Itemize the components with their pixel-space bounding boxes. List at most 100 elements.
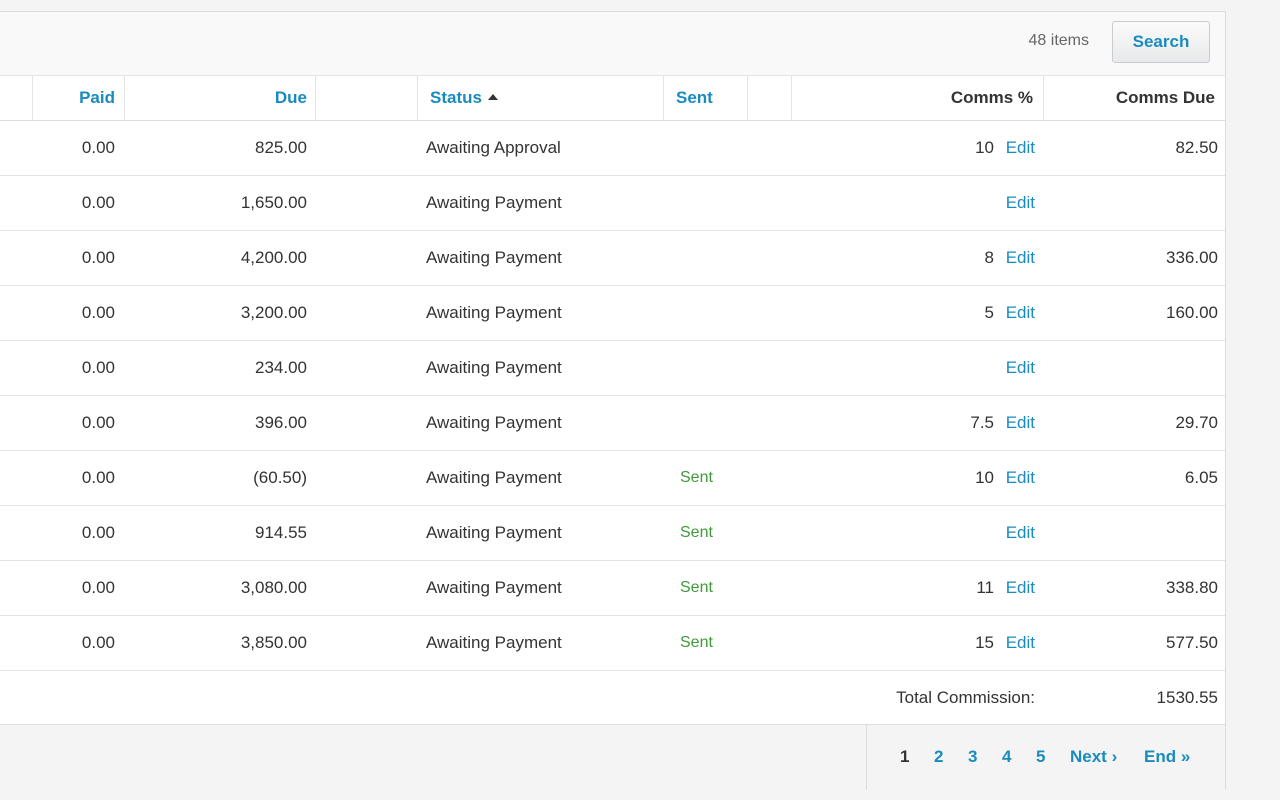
cell-status: Awaiting Payment bbox=[426, 193, 562, 212]
cell-due: 1,650.00 bbox=[240, 193, 307, 212]
cell-status: Awaiting Payment bbox=[426, 633, 562, 652]
table-row: 0.00 396.00 Awaiting Payment 7.5 Edit 29.70 bbox=[0, 396, 1225, 451]
column-divider bbox=[315, 76, 316, 120]
next-page-link[interactable]: Next › bbox=[1070, 747, 1117, 767]
cell-comms-percent: 8 bbox=[984, 248, 994, 267]
column-divider bbox=[124, 76, 125, 120]
table-footer: 1 2 3 4 5 Next › End » bbox=[0, 725, 1225, 790]
column-divider bbox=[32, 76, 33, 120]
cell-sent: Sent bbox=[680, 524, 713, 541]
header-comms-percent: Comms % bbox=[950, 88, 1033, 107]
cell-status: Awaiting Payment bbox=[426, 248, 562, 267]
cell-due: 4,200.00 bbox=[240, 248, 307, 267]
cell-comms-percent: 11 bbox=[976, 578, 994, 597]
cell-comms-due: 82.50 bbox=[1175, 138, 1218, 157]
cell-comms-due: 29.70 bbox=[1175, 413, 1218, 432]
edit-comms-link[interactable]: Edit bbox=[1006, 633, 1035, 653]
items-count: 48 items bbox=[1028, 32, 1089, 49]
total-commission-value: 1530.55 bbox=[1156, 688, 1218, 707]
end-page-link[interactable]: End » bbox=[1144, 747, 1190, 767]
header-paid[interactable]: Paid bbox=[79, 88, 115, 108]
pagination: 1 2 3 4 5 Next › End » bbox=[866, 725, 1226, 790]
cell-comms-due: 577.50 bbox=[1166, 633, 1218, 652]
table-row: 0.00 (60.50) Awaiting Payment Sent 10 Edit 6.0… bbox=[0, 451, 1225, 506]
header-status[interactable]: Status bbox=[430, 88, 498, 108]
cell-due: 3,850.00 bbox=[240, 633, 307, 652]
table-row: 0.00 1,650.00 Awaiting Payment Edit bbox=[0, 176, 1225, 231]
column-divider bbox=[1043, 76, 1044, 120]
cell-due: (60.50) bbox=[253, 468, 307, 487]
cell-comms-percent: 5 bbox=[984, 303, 994, 322]
cell-status: Awaiting Payment bbox=[426, 578, 562, 597]
column-divider bbox=[663, 76, 664, 120]
edit-comms-link[interactable]: Edit bbox=[1006, 358, 1035, 378]
cell-paid: 0.00 bbox=[81, 413, 115, 432]
cell-status: Awaiting Approval bbox=[426, 138, 561, 157]
cell-comms-due: 336.00 bbox=[1166, 248, 1218, 267]
header-sent[interactable]: Sent bbox=[676, 88, 713, 108]
table-row: 0.00 3,850.00 Awaiting Payment Sent 15 Edit 57… bbox=[0, 616, 1225, 671]
column-divider bbox=[791, 76, 792, 120]
cell-paid: 0.00 bbox=[81, 633, 115, 652]
cell-comms-percent: 7.5 bbox=[970, 413, 994, 432]
cell-paid: 0.00 bbox=[81, 578, 115, 597]
total-commission-label: Total Commission: bbox=[896, 688, 1035, 707]
cell-status: Awaiting Payment bbox=[426, 358, 562, 377]
edit-comms-link[interactable]: Edit bbox=[1006, 138, 1035, 158]
cell-paid: 0.00 bbox=[81, 138, 115, 157]
page-4-link[interactable]: 4 bbox=[1002, 747, 1011, 767]
table-row: 0.00 3,200.00 Awaiting Payment 5 Edit 160.00 bbox=[0, 286, 1225, 341]
cell-sent: Sent bbox=[680, 469, 713, 486]
cell-status: Awaiting Payment bbox=[426, 303, 562, 322]
cell-due: 914.55 bbox=[255, 523, 307, 542]
cell-due: 3,080.00 bbox=[240, 578, 307, 597]
table-toolbar: 48 items Search bbox=[0, 12, 1225, 76]
page-1-link[interactable]: 1 bbox=[900, 747, 909, 767]
cell-comms-due: 160.00 bbox=[1166, 303, 1218, 322]
total-commission-row: Total Commission: 1530.55 bbox=[0, 671, 1225, 725]
cell-paid: 0.00 bbox=[81, 468, 115, 487]
cell-paid: 0.00 bbox=[81, 523, 115, 542]
cell-comms-percent: 10 bbox=[975, 468, 994, 487]
edit-comms-link[interactable]: Edit bbox=[1006, 303, 1035, 323]
table-header: Paid Due Status Sent Comms % Comms Due bbox=[0, 76, 1225, 121]
header-due[interactable]: Due bbox=[275, 88, 307, 108]
cell-status: Awaiting Payment bbox=[426, 523, 562, 542]
cell-paid: 0.00 bbox=[81, 193, 115, 212]
page-3-link[interactable]: 3 bbox=[968, 747, 977, 767]
page-5-link[interactable]: 5 bbox=[1036, 747, 1045, 767]
cell-comms-percent: 15 bbox=[975, 633, 994, 652]
cell-due: 396.00 bbox=[255, 413, 307, 432]
table-row: 0.00 234.00 Awaiting Payment Edit bbox=[0, 341, 1225, 396]
cell-paid: 0.00 bbox=[81, 248, 115, 267]
cell-sent: Sent bbox=[680, 634, 713, 651]
sort-ascending-icon bbox=[487, 94, 498, 101]
cell-due: 825.00 bbox=[255, 138, 307, 157]
header-status-label: Status bbox=[430, 88, 482, 107]
edit-comms-link[interactable]: Edit bbox=[1006, 248, 1035, 268]
edit-comms-link[interactable]: Edit bbox=[1006, 523, 1035, 543]
column-divider bbox=[417, 76, 418, 120]
edit-comms-link[interactable]: Edit bbox=[1006, 578, 1035, 598]
cell-comms-due: 338.80 bbox=[1166, 578, 1218, 597]
cell-paid: 0.00 bbox=[81, 303, 115, 322]
edit-comms-link[interactable]: Edit bbox=[1006, 468, 1035, 488]
page-2-link[interactable]: 2 bbox=[934, 747, 943, 767]
cell-status: Awaiting Payment bbox=[426, 413, 562, 432]
edit-comms-link[interactable]: Edit bbox=[1006, 413, 1035, 433]
table-row: 0.00 3,080.00 Awaiting Payment Sent 11 Edit 33… bbox=[0, 561, 1225, 616]
table-row: 0.00 4,200.00 Awaiting Payment 8 Edit 336.00 bbox=[0, 231, 1225, 286]
table-row: 0.00 914.55 Awaiting Payment Sent Edit bbox=[0, 506, 1225, 561]
cell-paid: 0.00 bbox=[81, 358, 115, 377]
cell-status: Awaiting Payment bbox=[426, 468, 562, 487]
edit-comms-link[interactable]: Edit bbox=[1006, 193, 1035, 213]
cell-due: 3,200.00 bbox=[240, 303, 307, 322]
column-divider bbox=[747, 76, 748, 120]
commissions-panel: 48 items Search Paid Due Status Sent Com… bbox=[0, 11, 1226, 790]
cell-sent: Sent bbox=[680, 579, 713, 596]
header-comms-due: Comms Due bbox=[1115, 88, 1215, 107]
cell-due: 234.00 bbox=[255, 358, 307, 377]
table-row: 0.00 825.00 Awaiting Approval 10 Edit 82.50 bbox=[0, 121, 1225, 176]
cell-comms-percent: 10 bbox=[975, 138, 994, 157]
search-button[interactable]: Search bbox=[1112, 21, 1210, 63]
